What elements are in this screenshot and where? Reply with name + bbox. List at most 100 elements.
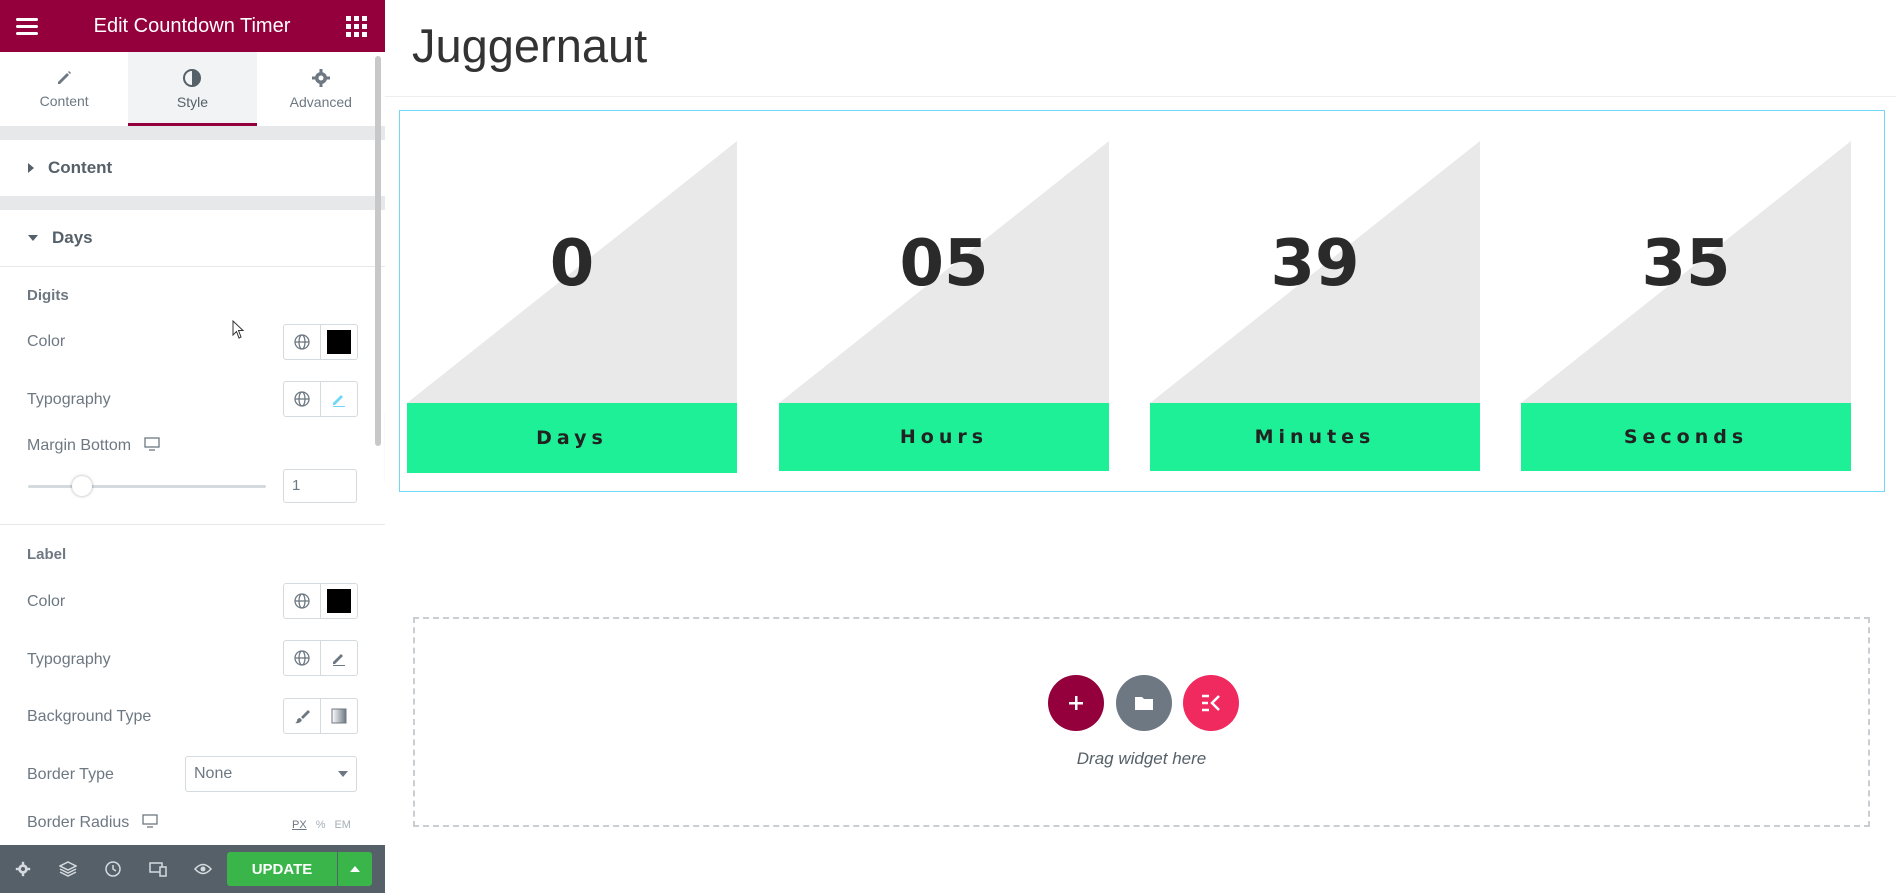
group-divider [0, 524, 385, 525]
add-template-button[interactable] [1116, 675, 1172, 731]
background-type-label: Background Type [27, 708, 152, 725]
countdown-item-seconds: 35 Seconds [1521, 141, 1851, 471]
devices-icon [148, 862, 167, 877]
tab-style[interactable]: Style [128, 52, 257, 126]
widgets-grid-icon[interactable] [345, 15, 367, 37]
countdown-label: Seconds [1521, 403, 1851, 471]
digit-area: 0 [407, 141, 737, 403]
label-color-swatch[interactable] [321, 584, 357, 618]
widget-drop-zone[interactable]: Drag widget here [413, 617, 1870, 827]
countdown-label: Hours [779, 403, 1109, 471]
countdown-timer-widget[interactable]: 0 Days 05 Hours 39 Minutes 35 Seconds [399, 110, 1885, 492]
preview-button[interactable] [180, 862, 225, 876]
digit-area: 39 [1150, 141, 1480, 403]
responsive-mode-button[interactable] [135, 861, 180, 877]
border-type-select[interactable]: None [185, 756, 357, 792]
gradient-icon [331, 708, 347, 724]
countdown-item-minutes: 39 Minutes [1150, 141, 1480, 471]
globe-icon [294, 650, 310, 666]
digits-typography-label: Typography [27, 391, 111, 408]
tab-advanced[interactable]: Advanced [257, 52, 385, 126]
background-gradient-button[interactable] [321, 699, 357, 733]
sidebar-header: Edit Countdown Timer [0, 0, 385, 52]
digits-heading: Digits [27, 287, 69, 304]
countdown-digit: 39 [1270, 227, 1360, 301]
drag-widget-hint: Drag widget here [1076, 749, 1207, 768]
digits-color-swatch[interactable] [321, 325, 357, 359]
history-button[interactable] [90, 860, 135, 878]
label-typography-label: Typography [27, 651, 111, 668]
elementskit-library-button[interactable] [1183, 675, 1239, 731]
panel-footer: UPDATE [0, 845, 385, 893]
global-typography-button[interactable] [284, 641, 321, 675]
pencil-icon [333, 654, 345, 666]
caret-right-icon [28, 163, 34, 173]
section-content-toggle[interactable]: Content [0, 140, 385, 197]
section-separator [0, 197, 385, 210]
label-color-label: Color [27, 593, 66, 610]
unit-em[interactable]: EM [334, 819, 351, 831]
mouse-cursor-icon [232, 320, 245, 339]
background-type-control [283, 698, 358, 734]
digits-color-label: Color [27, 333, 66, 350]
margin-bottom-text: Margin Bottom [27, 437, 132, 454]
countdown-item-hours: 05 Hours [779, 141, 1109, 471]
margin-bottom-label: Margin Bottom [27, 437, 160, 455]
countdown-digit: 0 [549, 227, 595, 301]
pencil-icon [58, 71, 72, 84]
background-classic-button[interactable] [284, 699, 321, 733]
gear-icon [15, 861, 30, 877]
caret-down-icon [28, 235, 38, 241]
digit-area: 05 [779, 141, 1109, 403]
tab-content[interactable]: Content [0, 52, 128, 126]
margin-bottom-slider-handle[interactable] [72, 476, 92, 496]
panel-scrollbar[interactable] [375, 56, 381, 446]
digits-typography-control [283, 381, 358, 417]
margin-bottom-slider-track[interactable] [28, 476, 266, 496]
globe-icon [294, 593, 310, 609]
plus-icon [1069, 696, 1083, 710]
border-radius-label: Border Radius [27, 814, 158, 832]
pencil-icon [333, 395, 345, 407]
global-typography-button[interactable] [284, 382, 321, 416]
tab-style-label: Style [176, 94, 209, 110]
unit-percent[interactable]: % [316, 819, 326, 831]
unit-px[interactable]: PX [292, 819, 307, 831]
panel-tabs: Content Style Advanced [0, 52, 385, 127]
desktop-icon[interactable] [143, 437, 160, 451]
countdown-label: Minutes [1150, 403, 1480, 471]
unit-switcher: PX % EM [292, 819, 351, 831]
edit-typography-button[interactable] [321, 382, 357, 416]
countdown-item-days: 0 Days [407, 141, 737, 473]
global-colors-button[interactable] [284, 584, 321, 618]
add-section-button[interactable] [1048, 675, 1104, 731]
panel-title: Edit Countdown Timer [93, 14, 291, 37]
digit-area: 35 [1521, 141, 1851, 403]
border-type-label: Border Type [27, 766, 114, 783]
global-colors-button[interactable] [284, 325, 321, 359]
margin-bottom-input[interactable]: 1 [283, 469, 357, 503]
label-typography-control [283, 640, 358, 676]
title-divider [385, 96, 1896, 97]
settings-button[interactable] [0, 861, 45, 877]
tab-content-label: Content [39, 93, 89, 109]
section-content-title: Content [48, 158, 113, 177]
caret-up-icon [350, 866, 360, 872]
globe-icon [294, 391, 310, 407]
update-options-button[interactable] [338, 852, 372, 886]
countdown-label: Days [407, 403, 737, 473]
section-days-toggle[interactable]: Days [0, 210, 385, 267]
hamburger-menu-icon[interactable] [16, 17, 38, 35]
navigator-button[interactable] [45, 860, 90, 878]
label-color-control [283, 583, 358, 619]
edit-typography-button[interactable] [321, 641, 357, 675]
border-radius-text: Border Radius [27, 814, 130, 831]
update-button[interactable]: UPDATE [227, 852, 337, 886]
section-days-title: Days [52, 228, 93, 247]
section-separator [0, 127, 385, 140]
desktop-icon[interactable] [142, 814, 158, 828]
digits-color-control [283, 324, 358, 360]
eye-icon [193, 863, 212, 875]
history-icon [104, 861, 121, 877]
tab-advanced-label: Advanced [289, 94, 352, 110]
